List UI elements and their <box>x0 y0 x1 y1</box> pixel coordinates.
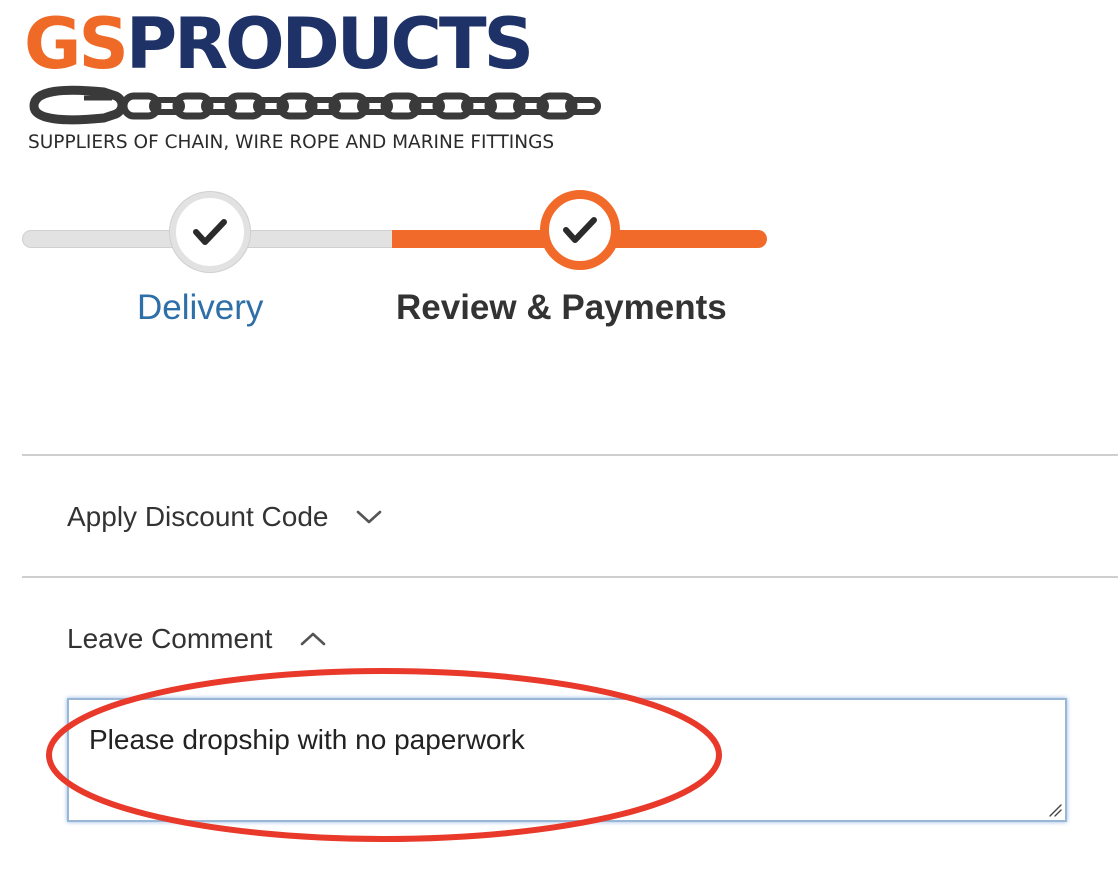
comment-textarea-wrapper <box>67 698 1067 822</box>
step-delivery-link[interactable]: Delivery <box>137 288 263 328</box>
apply-discount-title: Apply Discount Code <box>67 501 329 532</box>
step-delivery-indicator[interactable] <box>170 192 250 272</box>
section-divider <box>22 454 1118 456</box>
comment-textarea[interactable] <box>69 700 1065 820</box>
logo-brand-prefix: GS <box>24 3 129 85</box>
gs-products-logo[interactable]: GSPRODUCTS SUPPLIERS OF CHAIN, WIRE ROPE… <box>24 6 614 156</box>
checkmark-icon <box>563 217 597 243</box>
logo-tagline: SUPPLIERS OF CHAIN, WIRE ROPE AND MARINE… <box>28 132 555 153</box>
apply-discount-toggle[interactable]: Apply Discount Code <box>67 497 384 537</box>
step-review-payments-indicator <box>540 190 620 270</box>
logo-wordmark: GSPRODUCTS <box>24 3 534 85</box>
resize-handle-icon[interactable] <box>1046 801 1062 817</box>
leave-comment-title: Leave Comment <box>67 623 273 654</box>
chain-icon <box>29 85 601 125</box>
chevron-down-icon <box>354 502 384 532</box>
section-divider <box>22 576 1118 578</box>
step-review-payments-label: Review & Payments <box>396 288 727 327</box>
chevron-up-icon <box>298 624 328 654</box>
checkout-page: GSPRODUCTS SUPPLIERS OF CHAIN, WIRE ROPE… <box>0 0 1118 874</box>
checkmark-icon <box>193 219 227 245</box>
leave-comment-toggle[interactable]: Leave Comment <box>67 619 328 659</box>
checkout-progress-bar: Delivery Review & Payments <box>22 190 772 340</box>
logo-brand-suffix: PRODUCTS <box>125 3 534 85</box>
